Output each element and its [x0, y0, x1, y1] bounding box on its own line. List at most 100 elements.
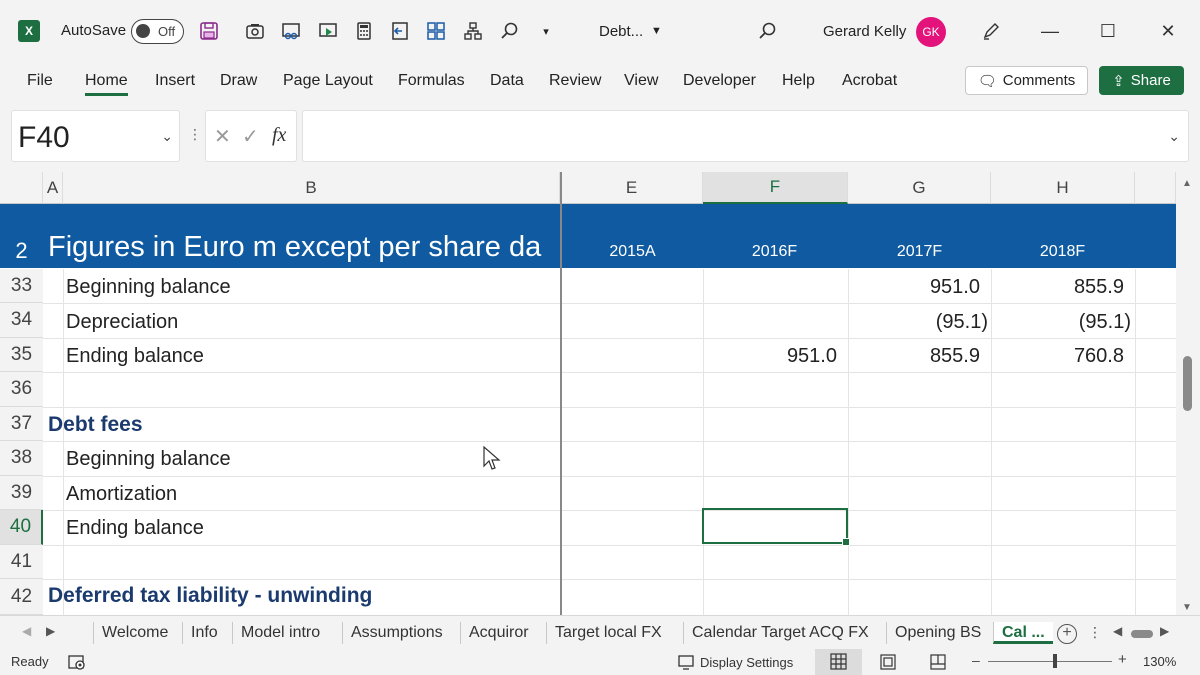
tab-file[interactable]: File — [27, 72, 53, 90]
macro-record-icon[interactable] — [68, 653, 86, 671]
column-header-b[interactable]: B — [63, 172, 560, 204]
scroll-up-icon[interactable]: ▲ — [1182, 178, 1192, 189]
cancel-icon[interactable]: ✕ — [214, 124, 231, 149]
vertical-scrollbar[interactable]: ▲ ▼ — [1176, 172, 1200, 615]
scroll-down-icon[interactable]: ▼ — [1182, 602, 1192, 613]
row-header-36[interactable]: 36 — [0, 372, 43, 407]
selected-cell-f40[interactable] — [702, 508, 850, 546]
zoom-slider-handle[interactable] — [1053, 654, 1057, 668]
minimize-icon[interactable]: — — [1035, 18, 1065, 44]
tab-help[interactable]: Help — [782, 72, 815, 90]
sheet-tab-active[interactable]: Cal ... — [993, 622, 1053, 644]
share-button[interactable]: ⇪ Share — [1099, 66, 1184, 95]
cell-label[interactable]: Depreciation — [66, 311, 178, 334]
row-header-2[interactable]: 2 — [0, 204, 43, 268]
more-icon[interactable]: ⋮ — [1088, 624, 1102, 641]
column-header-h[interactable]: H — [991, 172, 1135, 204]
display-settings-button[interactable]: Display Settings — [678, 654, 793, 670]
chevron-down-icon[interactable]: ⌄ — [161, 128, 173, 145]
expand-formula-icon[interactable]: ⌄ — [1168, 128, 1180, 145]
normal-view-button[interactable] — [815, 649, 862, 675]
user-name[interactable]: Gerard Kelly — [823, 23, 906, 40]
zoom-in-icon[interactable]: + — [1118, 651, 1127, 668]
comments-button[interactable]: 🗨 Comments — [965, 66, 1088, 95]
sheet-tab-acquiror[interactable]: Acquiror — [460, 622, 537, 644]
sheet-tab-assumptions[interactable]: Assumptions — [342, 622, 451, 644]
more-icon[interactable]: ⋮ — [188, 126, 202, 143]
avatar[interactable]: GK — [916, 17, 946, 47]
zoom-out-icon[interactable]: – — [972, 652, 980, 668]
cell-label[interactable]: Amortization — [66, 483, 177, 506]
add-sheet-icon[interactable]: + — [1057, 624, 1077, 644]
cell-label[interactable]: Ending balance — [66, 345, 204, 368]
print-preview-icon[interactable] — [280, 20, 302, 42]
row-header-39[interactable]: 39 — [0, 476, 43, 510]
column-header-next[interactable] — [1135, 172, 1176, 204]
column-header-g[interactable]: G — [848, 172, 991, 204]
spreadsheet-grid[interactable]: A B E F G H 2 Figures in Euro m except p… — [0, 172, 1176, 615]
sheet-tab-welcome[interactable]: Welcome — [93, 622, 176, 644]
select-all-corner[interactable] — [0, 172, 43, 204]
sheet-tab-target-local-fx[interactable]: Target local FX — [546, 622, 670, 644]
tab-review[interactable]: Review — [549, 72, 601, 90]
section-heading[interactable]: Debt fees — [48, 413, 143, 437]
cell-value[interactable]: 760.8 — [991, 345, 1124, 368]
row-header-35[interactable]: 35 — [0, 338, 43, 372]
tab-data[interactable]: Data — [490, 72, 524, 90]
tab-page-layout[interactable]: Page Layout — [283, 72, 373, 90]
column-header-e[interactable]: E — [561, 172, 703, 204]
cell-value[interactable]: 951.0 — [703, 345, 837, 368]
sheet-tab-info[interactable]: Info — [182, 622, 226, 644]
page-layout-view-icon[interactable] — [879, 653, 897, 671]
cell-value[interactable]: (95.1) — [848, 311, 988, 334]
autosave-toggle[interactable]: Off — [131, 19, 184, 44]
insert-function-icon[interactable]: fx — [272, 124, 286, 147]
cell-label[interactable]: Ending balance — [66, 517, 204, 540]
pen-icon[interactable] — [980, 20, 1002, 42]
cell-value[interactable]: 951.0 — [848, 276, 980, 299]
column-header-a[interactable]: A — [43, 172, 63, 204]
cell-label[interactable]: Beginning balance — [66, 276, 231, 299]
formula-input[interactable]: ⌄ — [302, 110, 1189, 162]
tab-developer[interactable]: Developer — [683, 72, 756, 90]
scroll-left-icon[interactable]: ◀ — [1113, 624, 1122, 638]
zoom-level[interactable]: 130% — [1143, 654, 1176, 669]
maximize-icon[interactable]: ☐ — [1093, 18, 1123, 44]
search-quick-icon[interactable] — [499, 20, 521, 42]
cell-value[interactable]: 855.9 — [848, 345, 980, 368]
freeze-panes-icon[interactable] — [389, 20, 411, 42]
camera-icon[interactable] — [244, 20, 266, 42]
document-name[interactable]: Debt... — [599, 23, 643, 40]
zoom-slider[interactable] — [988, 661, 1112, 662]
hierarchy-icon[interactable] — [462, 20, 484, 42]
tab-view[interactable]: View — [624, 72, 658, 90]
close-icon[interactable]: ✕ — [1153, 18, 1183, 44]
tab-acrobat[interactable]: Acrobat — [842, 72, 897, 90]
column-header-f[interactable]: F — [703, 172, 848, 204]
sheet-tab-calendar-target-acq-fx[interactable]: Calendar Target ACQ FX — [683, 622, 877, 644]
section-heading[interactable]: Deferred tax liability - unwinding — [48, 584, 372, 608]
sheet-tab-opening-bs[interactable]: Opening BS — [886, 622, 989, 644]
save-icon[interactable] — [198, 20, 220, 42]
tab-next-icon[interactable]: ▶ — [46, 624, 55, 638]
cell-value[interactable]: 855.9 — [991, 276, 1124, 299]
row-header-34[interactable]: 34 — [0, 303, 43, 338]
row-header-38[interactable]: 38 — [0, 441, 43, 476]
tab-insert[interactable]: Insert — [155, 72, 195, 90]
scroll-right-icon[interactable]: ▶ — [1160, 624, 1169, 638]
tab-prev-icon[interactable]: ◀ — [22, 624, 31, 638]
name-box[interactable]: F40 ⌄ — [11, 110, 180, 162]
tab-draw[interactable]: Draw — [220, 72, 257, 90]
chevron-down-icon[interactable]: ▼ — [651, 25, 662, 37]
row-header-40[interactable]: 40 — [0, 510, 43, 545]
tab-home[interactable]: Home — [85, 72, 128, 96]
cell-value[interactable]: (95.1) — [991, 311, 1131, 334]
page-break-view-icon[interactable] — [929, 653, 947, 671]
tab-formulas[interactable]: Formulas — [398, 72, 465, 90]
customize-toolbar-icon[interactable]: ▾ — [535, 20, 557, 42]
row-header-42[interactable]: 42 — [0, 579, 43, 615]
slideshow-icon[interactable] — [317, 20, 339, 42]
cell-label[interactable]: Beginning balance — [66, 448, 231, 471]
row-header-41[interactable]: 41 — [0, 545, 43, 579]
sheet-tab-model-intro[interactable]: Model intro — [232, 622, 328, 644]
